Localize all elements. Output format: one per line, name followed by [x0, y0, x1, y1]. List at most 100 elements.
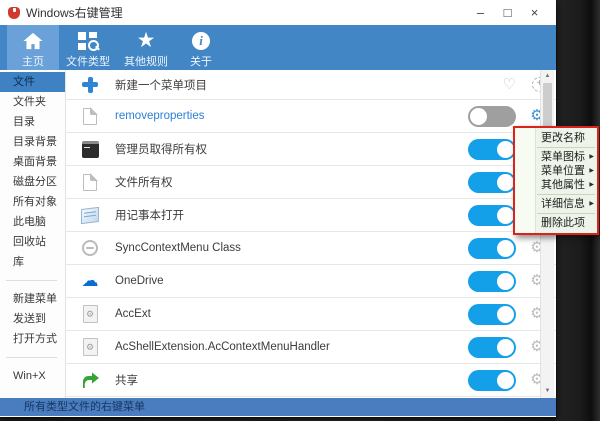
- toggle-open-with-notepad[interactable]: [468, 204, 516, 226]
- list-item-add-new[interactable]: 新建一个菜单项目 ♡ +: [66, 70, 556, 100]
- app-body: 文件 文件夹 目录 目录背景 桌面背景 磁盘分区 所有对象 此电脑 回收站 库 …: [0, 70, 556, 398]
- menu-item-list: 新建一个菜单项目 ♡ + removeproperties ⚙ 管理员取得所有权…: [66, 70, 556, 398]
- sidebar-item-directory[interactable]: 目录: [0, 112, 65, 132]
- favorite-heart-icon[interactable]: ♡: [503, 76, 516, 93]
- submenu-arrow-icon: ▶: [589, 201, 594, 207]
- list-item-file-ownership: 文件所有权 ⚙: [66, 166, 556, 199]
- menu-item-rename[interactable]: 更改名称: [515, 131, 597, 145]
- toggle-removeproperties[interactable]: [468, 105, 516, 127]
- toggle-acshellextension[interactable]: [468, 336, 516, 358]
- menu-item-label: 菜单位置: [541, 165, 585, 177]
- scroll-up-icon[interactable]: ▲: [541, 70, 554, 83]
- menu-item-label: 菜单图标: [541, 151, 585, 163]
- sidebar-item-folders[interactable]: 文件夹: [0, 92, 65, 112]
- title-bar: Windows右键管理 – □ ×: [0, 0, 556, 25]
- list-item-label: AcShellExtension.AcContextMenuHandler: [115, 341, 330, 353]
- menu-item-other-properties[interactable]: 其他属性 ▶: [515, 178, 597, 192]
- toggle-share[interactable]: [468, 369, 516, 391]
- tab-file-types[interactable]: 文件类型: [59, 25, 117, 70]
- list-item-onedrive: ☁ OneDrive ⚙: [66, 265, 556, 298]
- menu-item-menu-position[interactable]: 菜单位置 ▶: [515, 164, 597, 178]
- list-item-label: 新建一个菜单项目: [115, 79, 207, 92]
- list-item-acshellextension: ⚙ AcShellExtension.AcContextMenuHandler …: [66, 331, 556, 364]
- close-button[interactable]: ×: [521, 0, 548, 25]
- toggle-file-ownership[interactable]: [468, 171, 516, 193]
- list-item-label: 用记事本打开: [115, 210, 184, 222]
- menu-item-label: 删除此项: [541, 217, 585, 229]
- file-types-icon: [59, 29, 117, 52]
- main-toolbar: 主页 文件类型 ★ 其他规则 i 关于: [0, 25, 556, 70]
- info-icon: i: [175, 29, 227, 52]
- sidebar-item-library[interactable]: 库: [0, 252, 65, 272]
- star-icon: ★: [136, 29, 156, 52]
- sidebar-item-desktop-background[interactable]: 桌面背景: [0, 152, 65, 172]
- submenu-arrow-icon: ▶: [589, 182, 594, 188]
- scroll-down-icon[interactable]: ▼: [541, 385, 554, 398]
- context-menu-inner: 更改名称 菜单图标 ▶ 菜单位置 ▶ 其他属性 ▶ 详细信息 ▶ 删除此项: [515, 128, 597, 233]
- sidebar-item-directory-background[interactable]: 目录背景: [0, 132, 65, 152]
- tab-other-rules[interactable]: ★ 其他规则: [117, 25, 175, 70]
- sidebar-item-new-menu[interactable]: 新建菜单: [0, 289, 65, 309]
- submenu-arrow-icon: ▶: [589, 154, 594, 160]
- window-controls: – □ ×: [467, 0, 548, 25]
- tab-other-rules-label: 其他规则: [124, 56, 168, 68]
- notepad-icon: [80, 205, 100, 225]
- home-icon: [7, 29, 59, 52]
- toggle-synccontextmenu[interactable]: [468, 237, 516, 259]
- sidebar-item-this-pc[interactable]: 此电脑: [0, 212, 65, 232]
- tab-home[interactable]: 主页: [7, 25, 59, 70]
- sidebar-item-disk-partition[interactable]: 磁盘分区: [0, 172, 65, 192]
- toggle-onedrive[interactable]: [468, 270, 516, 292]
- menu-item-label: 详细信息: [541, 198, 585, 210]
- list-item-share: 共享 ⚙: [66, 364, 556, 397]
- sidebar-item-all-objects[interactable]: 所有对象: [0, 192, 65, 212]
- menu-item-delete[interactable]: 删除此项: [515, 216, 597, 230]
- sidebar-divider: [6, 280, 57, 281]
- tab-home-label: 主页: [22, 56, 44, 68]
- status-bar: 所有类型文件的右键菜单: [0, 398, 556, 416]
- list-item-synccontextmenu: SyncContextMenu Class ⚙: [66, 232, 556, 265]
- menu-item-menu-icon[interactable]: 菜单图标 ▶: [515, 150, 597, 164]
- list-item-label: 共享: [115, 375, 138, 387]
- sidebar-item-recycle-bin[interactable]: 回收站: [0, 232, 65, 252]
- list-item-label: SyncContextMenu Class: [115, 242, 241, 254]
- toggle-accext[interactable]: [468, 303, 516, 325]
- list-item-take-ownership: 管理员取得所有权 ⚙: [66, 133, 556, 166]
- status-text: 所有类型文件的右键菜单: [24, 401, 145, 413]
- extension-icon: ⚙: [80, 304, 100, 324]
- item-context-menu: 更改名称 菜单图标 ▶ 菜单位置 ▶ 其他属性 ▶ 详细信息 ▶ 删除此项: [513, 126, 599, 235]
- sidebar-divider: [6, 357, 57, 358]
- share-icon: [80, 370, 100, 390]
- add-icon: [80, 75, 100, 95]
- sidebar: 文件 文件夹 目录 目录背景 桌面背景 磁盘分区 所有对象 此电脑 回收站 库 …: [0, 70, 66, 398]
- onedrive-cloud-icon: ☁: [81, 271, 99, 290]
- menu-item-details[interactable]: 详细信息 ▶: [515, 197, 597, 211]
- list-item-label: 文件所有权: [115, 177, 173, 189]
- list-item-label: 管理员取得所有权: [115, 144, 207, 156]
- sidebar-item-send-to[interactable]: 发送到: [0, 309, 65, 329]
- document-icon: [80, 172, 100, 192]
- blocked-icon: [80, 238, 100, 258]
- list-item-removeproperties: removeproperties ⚙: [66, 100, 556, 133]
- minimize-button[interactable]: –: [467, 0, 494, 25]
- menu-separator: [537, 147, 595, 148]
- toggle-take-ownership[interactable]: [468, 138, 516, 160]
- menu-item-label: 其他属性: [541, 179, 585, 191]
- sidebar-item-files[interactable]: 文件: [0, 72, 65, 92]
- tab-about-label: 关于: [190, 56, 212, 68]
- window-title: Windows右键管理: [26, 6, 123, 20]
- cmd-icon: [80, 139, 100, 159]
- list-item-open-with-notepad: 用记事本打开 ⚙: [66, 199, 556, 232]
- menu-separator: [537, 194, 595, 195]
- extension-icon: ⚙: [80, 337, 100, 357]
- document-icon: [80, 106, 100, 126]
- sidebar-item-open-with[interactable]: 打开方式: [0, 329, 65, 349]
- tab-about[interactable]: i 关于: [175, 25, 227, 70]
- list-item-accext: ⚙ AccExt ⚙: [66, 298, 556, 331]
- sidebar-item-win-x[interactable]: Win+X: [0, 366, 65, 386]
- submenu-arrow-icon: ▶: [589, 168, 594, 174]
- menu-separator: [537, 213, 595, 214]
- maximize-button[interactable]: □: [494, 0, 521, 25]
- list-item-label[interactable]: removeproperties: [115, 110, 204, 122]
- app-logo-icon: [8, 6, 20, 19]
